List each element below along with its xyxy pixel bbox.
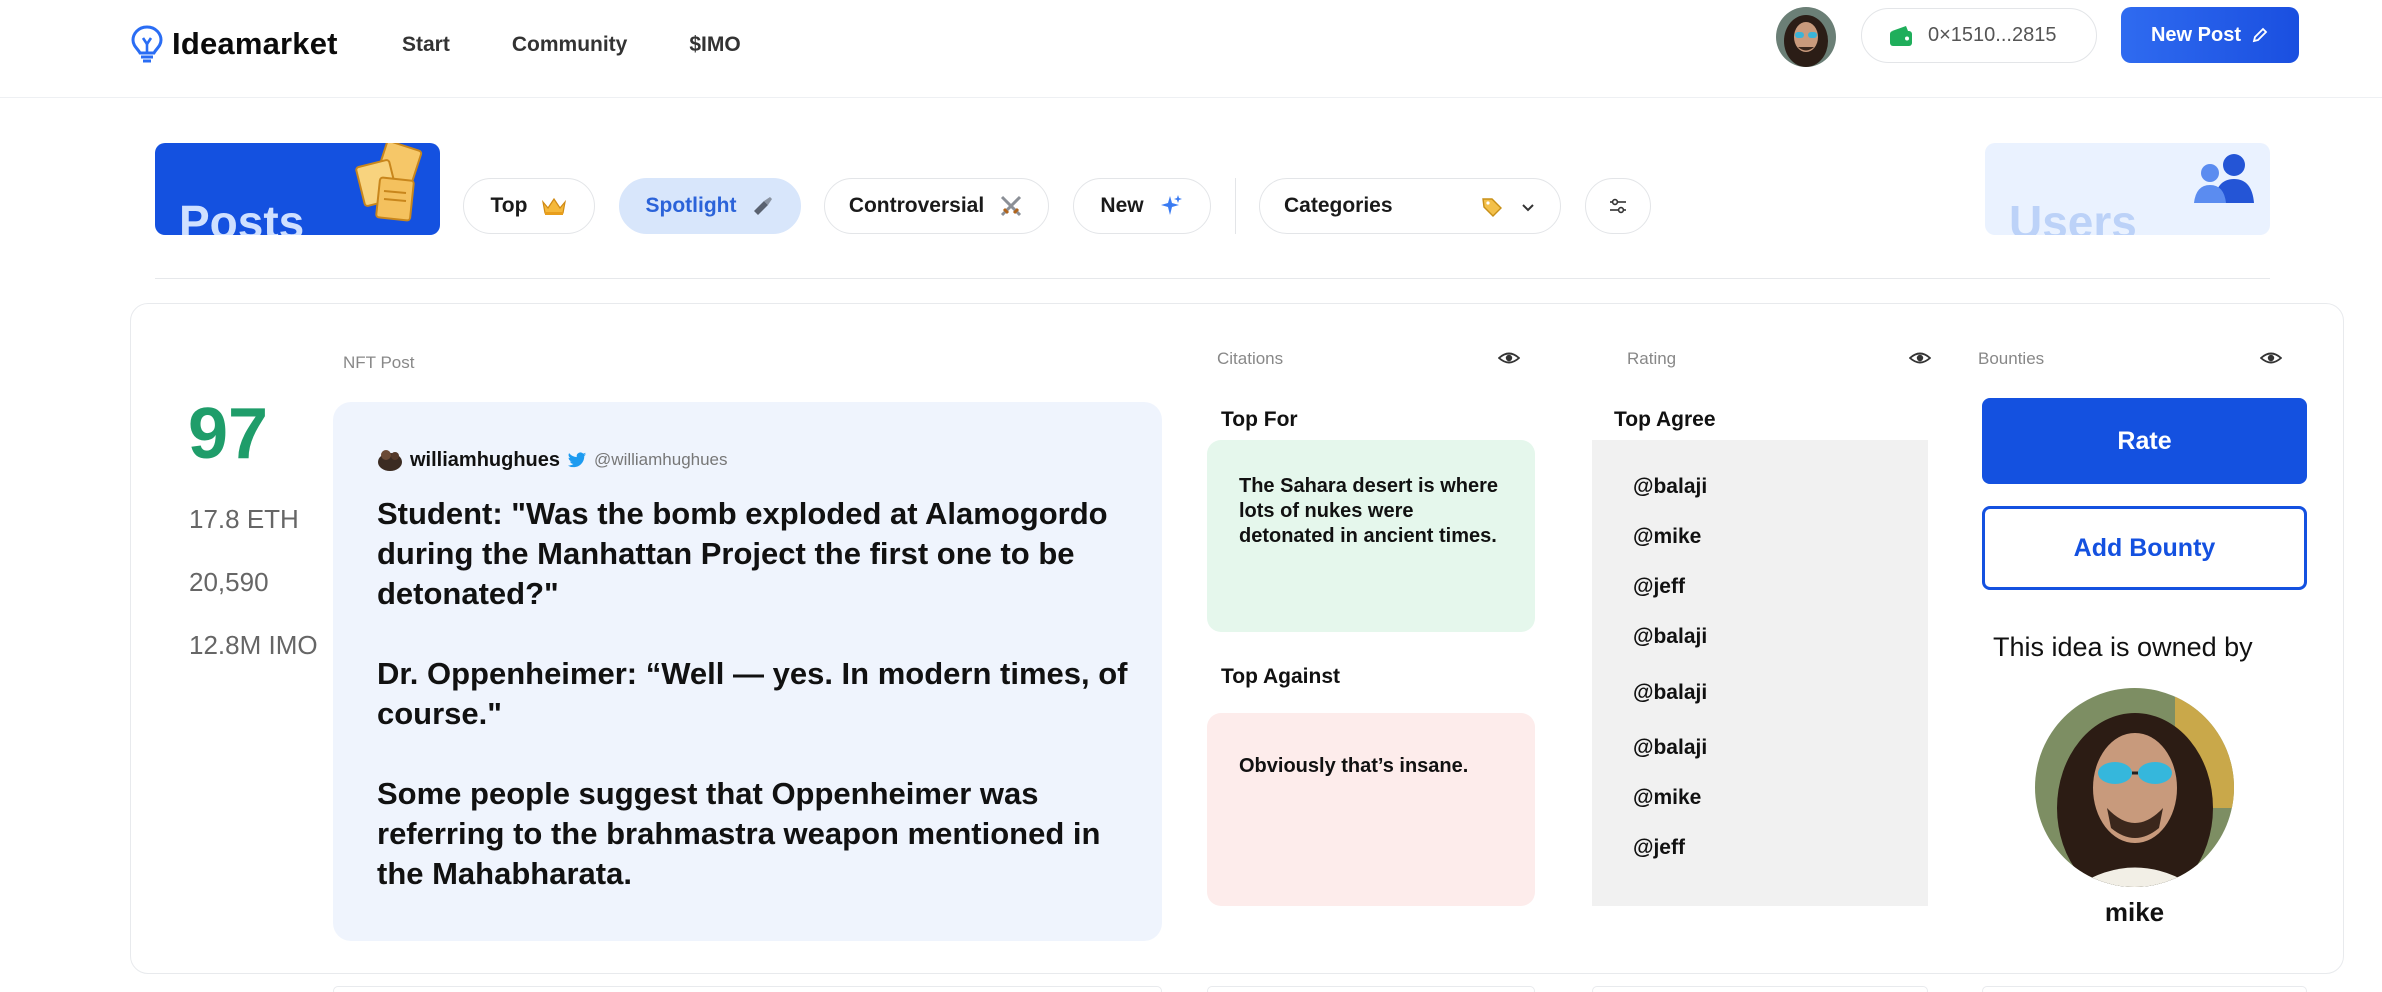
author-name: williamhughues (410, 448, 561, 471)
brand-name: Ideamarket (172, 26, 338, 61)
add-bounty-button[interactable]: Add Bounty (1982, 506, 2307, 590)
agree-user[interactable]: @mike (1633, 786, 1701, 810)
column-label-nft-post: NFT Post (343, 353, 415, 372)
agree-user[interactable]: @balaji (1633, 736, 1707, 760)
agree-user[interactable]: @balaji (1633, 475, 1707, 499)
agree-user[interactable]: @balaji (1633, 681, 1707, 705)
next-card-peek (1982, 986, 2307, 992)
next-card-peek (1207, 986, 1535, 992)
column-label-rating: Rating (1627, 349, 1677, 368)
brand-logo[interactable]: Ideamarket (130, 24, 338, 64)
next-card-peek (333, 986, 1162, 992)
filter-divider (1235, 178, 1236, 234)
main-nav: Start Community $IMO (402, 33, 741, 57)
author-handle: @williamhughues (594, 450, 728, 469)
chip-new-label: New (1100, 194, 1144, 217)
top-for-label: Top For (1221, 408, 1298, 431)
users-tab-label: Users (2009, 196, 2137, 235)
nft-post-content[interactable]: williamhughues @williamhughues Student: … (333, 402, 1162, 941)
rate-button[interactable]: Rate (1982, 398, 2307, 484)
filter-row-divider (155, 278, 2270, 279)
posts-tab-label: Posts (179, 196, 305, 235)
stat-eth: 17.8 ETH (189, 504, 299, 534)
agree-user[interactable]: @mike (1633, 525, 1701, 549)
chip-top-label: Top (490, 194, 528, 217)
nav-start[interactable]: Start (402, 33, 450, 57)
agree-user[interactable]: @jeff (1633, 836, 1685, 860)
stat-imo: 12.8M IMO (189, 630, 318, 660)
post-paragraph: Some people suggest that Oppenheimer was… (377, 776, 1101, 891)
filter-settings-button[interactable] (1585, 178, 1651, 234)
users-icon (2194, 154, 2254, 203)
agree-user[interactable]: @balaji (1633, 625, 1707, 649)
new-post-label: New Post (2150, 23, 2242, 46)
top-header: Ideamarket Start Community $IMO 0×1510..… (0, 0, 2382, 98)
chevron-down-icon (1522, 204, 1534, 212)
post-paragraph: Dr. Oppenheimer: “Well — yes. In modern … (377, 656, 1128, 731)
agree-user[interactable]: @jeff (1633, 575, 1685, 599)
sliders-icon (1610, 198, 1626, 214)
owner-name: mike (2104, 897, 2165, 927)
papers-icon (355, 143, 423, 222)
flashlight-icon (754, 197, 773, 215)
post-paragraph: Student: "Was the bomb exploded at Alamo… (377, 496, 1108, 611)
wallet-icon (1890, 25, 1912, 46)
crown-icon (542, 197, 567, 215)
top-agree-label: Top Agree (1614, 408, 1716, 431)
top-agree-list: @balaji @mike @jeff @balaji @balaji @bal… (1592, 440, 1928, 906)
post-score: 97 (188, 394, 269, 474)
crossed-swords-icon (1001, 195, 1022, 217)
author-avatar-icon (378, 450, 402, 471)
post-author[interactable]: williamhughues @williamhughues (377, 448, 728, 472)
users-tab[interactable]: Users (1985, 143, 2270, 235)
twitter-icon (567, 451, 587, 467)
nav-community[interactable]: Community (512, 33, 628, 57)
citation-for-card[interactable]: The Sahara desert is where lots of nukes… (1207, 440, 1535, 632)
citation-against-card[interactable]: Obviously that’s insane. (1207, 713, 1535, 906)
chip-spotlight-label: Spotlight (645, 194, 737, 217)
chip-controversial[interactable]: Controversial (824, 178, 1049, 234)
wallet-button[interactable]: 0×1510...2815 (1861, 8, 2097, 63)
lightbulb-logo-icon (131, 25, 163, 63)
chip-top[interactable]: Top (463, 178, 595, 234)
wallet-address: 0×1510...2815 (1928, 24, 2057, 46)
chip-spotlight[interactable]: Spotlight (619, 178, 801, 234)
tag-icon (1482, 198, 1502, 217)
next-card-peek (1592, 986, 1928, 992)
owned-by-label: This idea is owned by (1993, 632, 2253, 662)
user-avatar[interactable] (1776, 7, 1836, 67)
chip-controversial-label: Controversial (848, 194, 985, 217)
post-text: Student: "Was the bomb exploded at Alamo… (377, 494, 1137, 934)
owner-portrait-icon (2035, 688, 2234, 887)
column-label-citations: Citations (1217, 349, 1284, 368)
bounties-eye-icon[interactable] (2260, 348, 2282, 368)
categories-dropdown[interactable]: Categories (1259, 178, 1561, 234)
avatar-portrait-icon (1776, 7, 1836, 67)
citations-eye-icon[interactable] (1498, 348, 1520, 368)
sparkles-icon (1160, 195, 1182, 215)
new-post-button[interactable]: New Post (2121, 7, 2299, 63)
categories-label: Categories (1284, 194, 1393, 217)
top-against-label: Top Against (1221, 665, 1340, 688)
column-label-bounties: Bounties (1978, 349, 2045, 368)
rating-eye-icon[interactable] (1909, 348, 1931, 368)
stat-count: 20,590 (189, 567, 269, 597)
posts-tab[interactable]: Posts (155, 143, 440, 235)
owner-avatar[interactable] (2035, 688, 2234, 887)
chip-new[interactable]: New (1073, 178, 1211, 234)
nav-imo[interactable]: $IMO (689, 33, 740, 57)
pencil-icon (2252, 27, 2268, 43)
